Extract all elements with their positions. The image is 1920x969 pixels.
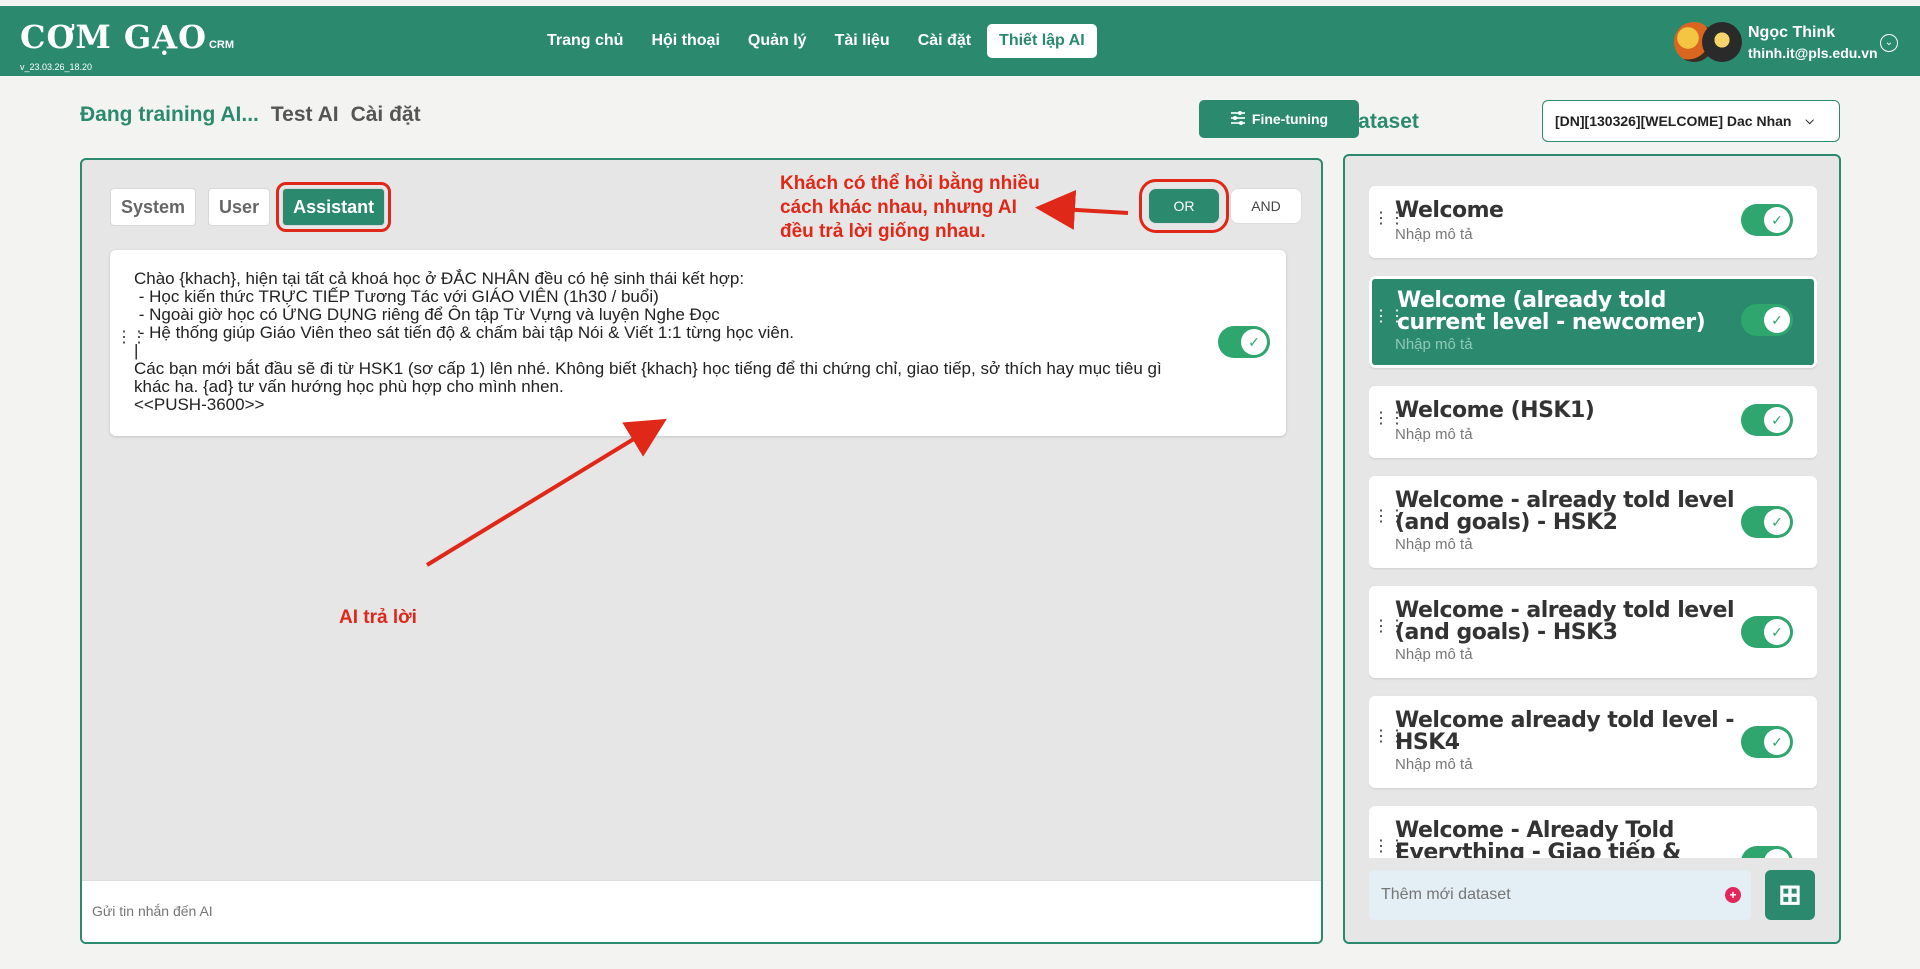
nav-item-conversations[interactable]: Hội thoại <box>639 24 731 58</box>
required-icon: + <box>1725 887 1741 903</box>
role-tab-user[interactable]: User <box>208 188 271 226</box>
dataset-item-desc[interactable]: Nhập mô tả <box>1395 226 1473 243</box>
dataset-heading: Dataset <box>1343 110 1419 133</box>
dataset-item-desc[interactable]: Nhập mô tả <box>1395 426 1473 443</box>
nav-item-settings[interactable]: Cài đặt <box>906 24 983 58</box>
logo[interactable]: CƠM GẠO CRM v_23.03.26_18.20 <box>20 18 234 72</box>
role-tabs: System User Assistant <box>110 182 392 232</box>
dataset-item[interactable]: ⋮⋮ Welcome - already told level (and goa… <box>1369 476 1817 568</box>
send-message-input[interactable] <box>92 903 1292 919</box>
secondary-avatar <box>1702 22 1742 62</box>
add-dataset-button[interactable]: ⊞ <box>1765 870 1815 920</box>
nav-item-documents[interactable]: Tài liệu <box>823 24 902 58</box>
dataset-item-title: Welcome (HSK1) <box>1395 398 1595 423</box>
add-dataset-bar: + ⊞ <box>1369 870 1817 920</box>
message-editor-panel: System User Assistant OR AND ⋮⋮ Chào {kh… <box>80 158 1323 944</box>
dataset-panel: ⋮⋮ Welcome Nhập mô tả ✓ ⋮⋮ Welcome (alre… <box>1343 154 1841 944</box>
dataset-item-desc[interactable]: Nhập mô tả <box>1395 536 1473 553</box>
annotation-or-note: Khách có thể hỏi bằng nhiều cách khác nh… <box>780 173 1040 242</box>
nav-item-ai-setup[interactable]: Thiết lập AI <box>987 24 1097 58</box>
check-icon: ✓ <box>1764 509 1790 535</box>
dataset-item-toggle[interactable]: ✓ <box>1741 726 1793 758</box>
fine-tuning-label: Fine-tuning <box>1251 111 1329 127</box>
ai-subtabs: Đang training AI... Test AI Cài đặt <box>80 103 421 127</box>
user-email: thinh.it@pls.edu.vn <box>1748 44 1878 61</box>
chevron-down-icon[interactable]: ⌄ <box>1880 34 1898 52</box>
version-label: v_23.03.26_18.20 <box>20 62 93 72</box>
dataset-item-desc[interactable]: Nhập mô tả <box>1395 646 1473 663</box>
dataset-item-active[interactable]: ⋮⋮ Welcome (already told current level -… <box>1369 276 1817 368</box>
role-tab-assistant[interactable]: Assistant <box>276 182 392 232</box>
add-dataset-input[interactable] <box>1369 870 1751 920</box>
dataset-select-value: [DN][130326][WELCOME] Dac Nhan <box>1555 113 1792 129</box>
user-menu[interactable]: Ngọc Think thinh.it@pls.edu.vn ⌄ <box>1672 20 1898 64</box>
dataset-item-desc[interactable]: Nhập mô tả <box>1395 336 1473 353</box>
dataset-item[interactable]: ⋮⋮ Welcome - already told level (and goa… <box>1369 586 1817 678</box>
send-bar <box>82 880 1321 942</box>
nav-item-home[interactable]: Trang chủ <box>535 24 635 58</box>
check-icon: ✓ <box>1764 407 1790 433</box>
dataset-item-title: Welcome (already told current level - ne… <box>1397 288 1706 335</box>
main-nav: Trang chủ Hội thoại Quản lý Tài liệu Cài… <box>535 24 1097 58</box>
logic-toggle-group: OR AND <box>1139 179 1302 233</box>
logo-text: CƠM GẠO <box>20 18 207 56</box>
logic-and-button[interactable]: AND <box>1230 188 1302 224</box>
dataset-item-toggle[interactable]: ✓ <box>1741 846 1793 858</box>
dataset-item[interactable]: ⋮⋮ Welcome - Already Told Everything - G… <box>1369 806 1817 858</box>
fine-tuning-button[interactable]: Fine-tuning <box>1199 100 1359 138</box>
tab-training[interactable]: Đang training AI... <box>80 103 259 127</box>
check-icon: ✓ <box>1764 619 1790 645</box>
message-text[interactable]: Chào {khach}, hiện tại tất cả khoá học ở… <box>134 270 1194 414</box>
check-icon: ✓ <box>1764 207 1790 233</box>
message-card[interactable]: ⋮⋮ Chào {khach}, hiện tại tất cả khoá họ… <box>110 250 1286 436</box>
role-tab-system[interactable]: System <box>110 188 197 226</box>
dataset-item-toggle[interactable]: ✓ <box>1741 304 1793 336</box>
message-enabled-toggle[interactable]: ✓ <box>1218 326 1270 358</box>
dataset-item-toggle[interactable]: ✓ <box>1741 616 1793 648</box>
dataset-item-toggle[interactable]: ✓ <box>1741 506 1793 538</box>
dataset-item-title: Welcome - already told level (and goals)… <box>1395 598 1735 645</box>
dataset-item-title: Welcome - already told level (and goals)… <box>1395 488 1735 535</box>
logo-suffix: CRM <box>208 39 234 51</box>
check-icon: ✓ <box>1241 329 1267 355</box>
dataset-item[interactable]: ⋮⋮ Welcome (HSK1) Nhập mô tả ✓ <box>1369 386 1817 458</box>
check-icon: ✓ <box>1764 307 1790 333</box>
dataset-item-desc[interactable]: Nhập mô tả <box>1395 756 1473 773</box>
top-navbar: CƠM GẠO CRM v_23.03.26_18.20 Trang chủ Hộ… <box>0 6 1920 76</box>
user-info: Ngọc Think thinh.it@pls.edu.vn <box>1748 24 1878 61</box>
sliders-icon <box>1230 110 1246 128</box>
annotation-ai-reply: AI trả lời <box>339 607 417 628</box>
check-icon: ✓ <box>1764 849 1790 858</box>
dataset-item-title: Welcome <box>1395 198 1504 223</box>
logic-or-button[interactable]: OR <box>1139 179 1229 233</box>
tab-settings[interactable]: Cài đặt <box>351 103 421 127</box>
dataset-list: ⋮⋮ Welcome Nhập mô tả ✓ ⋮⋮ Welcome (alre… <box>1369 186 1817 858</box>
dataset-select[interactable]: [DN][130326][WELCOME] Dac Nhan ⌵ <box>1542 100 1840 142</box>
dataset-item-toggle[interactable]: ✓ <box>1741 204 1793 236</box>
chevron-down-icon: ⌵ <box>1805 114 1814 127</box>
tab-test-ai[interactable]: Test AI <box>271 103 339 127</box>
check-icon: ✓ <box>1764 729 1790 755</box>
nav-item-management[interactable]: Quản lý <box>736 24 819 58</box>
dataset-item-title: Welcome already told level - HSK4 <box>1395 708 1735 755</box>
dataset-item-toggle[interactable]: ✓ <box>1741 404 1793 436</box>
user-name: Ngọc Think <box>1748 23 1836 41</box>
dataset-item[interactable]: ⋮⋮ Welcome Nhập mô tả ✓ <box>1369 186 1817 258</box>
dataset-item-title: Welcome - Already Told Everything - Giao… <box>1395 818 1681 859</box>
dataset-item[interactable]: ⋮⋮ Welcome already told level - HSK4 Nhậ… <box>1369 696 1817 788</box>
